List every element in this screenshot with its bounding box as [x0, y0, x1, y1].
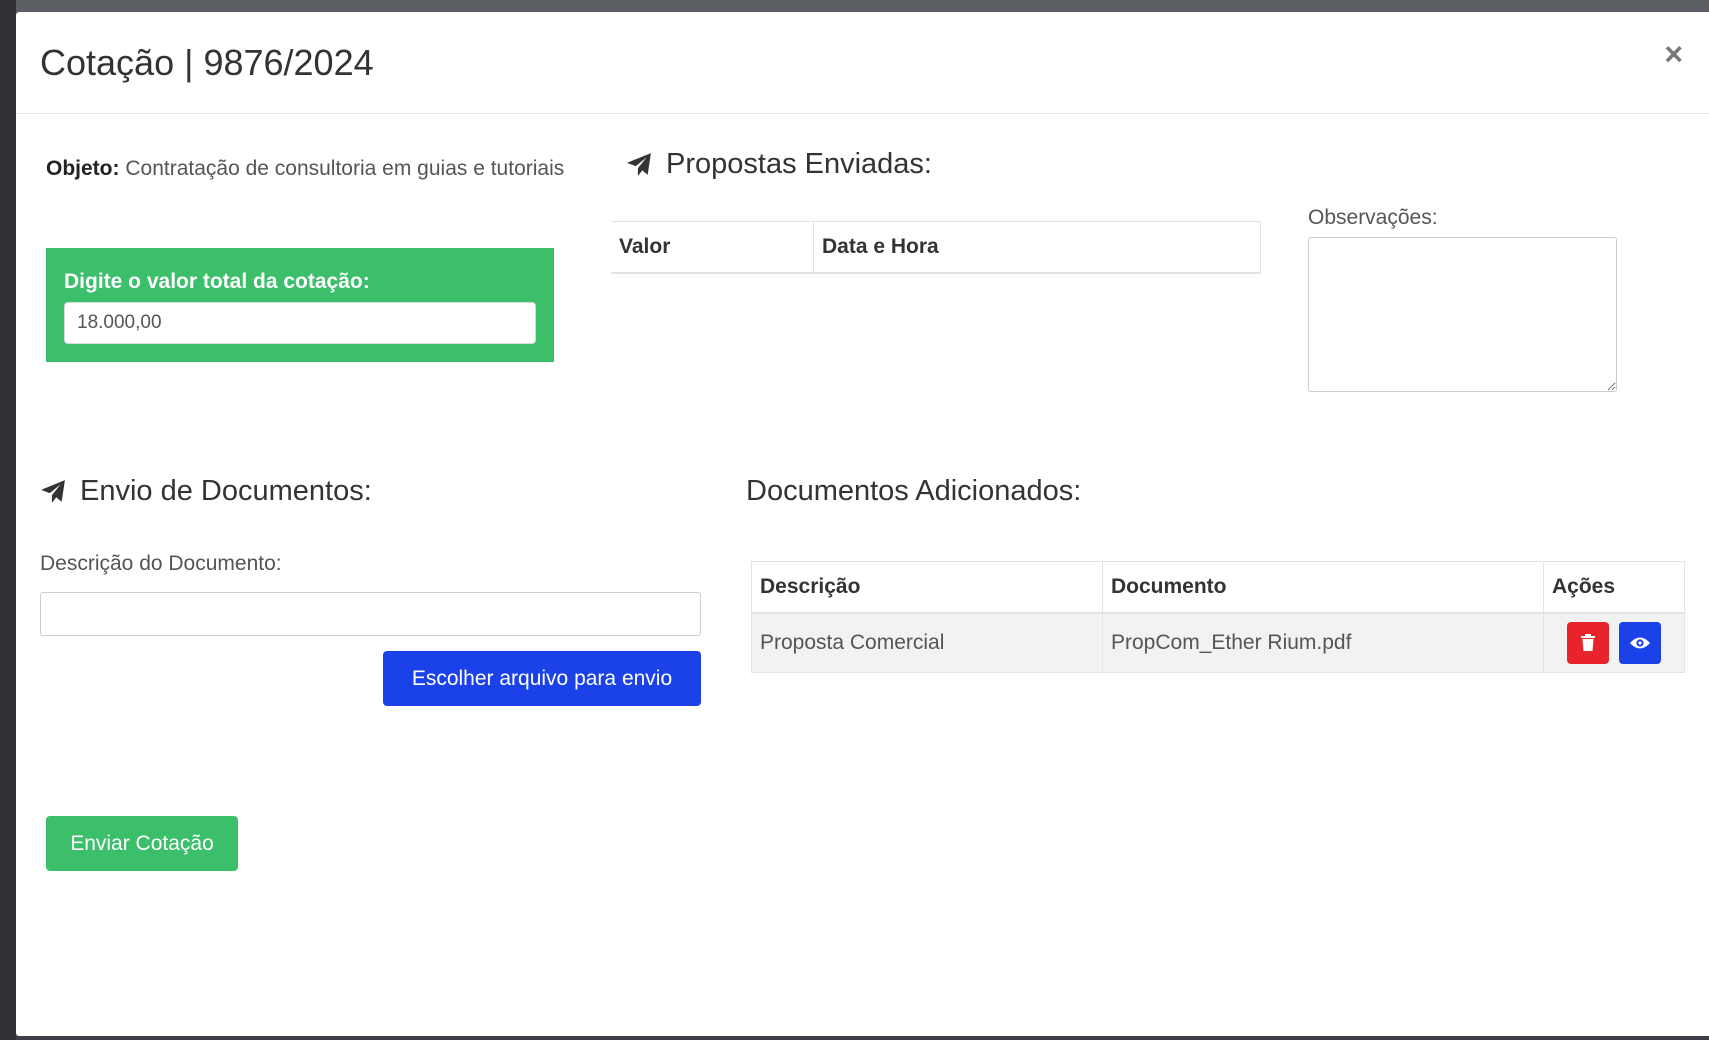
row-descricao: Proposta Comercial	[751, 613, 1103, 673]
table-row: Proposta Comercial PropCom_Ether Rium.pd…	[751, 613, 1685, 673]
delete-button[interactable]	[1567, 622, 1610, 664]
paper-plane-icon	[41, 479, 65, 503]
envio-heading: Envio de Documentos:	[40, 475, 372, 508]
paper-plane-icon	[627, 152, 651, 176]
propostas-table: Valor Data e Hora	[611, 221, 1261, 274]
column-header-valor: Valor	[611, 221, 814, 274]
column-header-data-hora: Data e Hora	[813, 221, 1261, 274]
backdrop-left	[0, 0, 16, 1040]
descricao-input[interactable]	[40, 592, 701, 636]
objeto-label: Objeto:	[46, 157, 120, 180]
valor-total-panel: Digite o valor total da cotação:	[46, 248, 554, 362]
column-header-acoes: Ações	[1543, 561, 1685, 614]
modal-title: Cotação | 9876/2024	[40, 42, 374, 83]
propostas-heading: Propostas Enviadas:	[626, 148, 932, 181]
backdrop	[0, 0, 1709, 12]
row-documento: PropCom_Ether Rium.pdf	[1102, 613, 1544, 673]
valor-total-input[interactable]	[64, 302, 536, 344]
propostas-heading-text: Propostas Enviadas:	[666, 148, 932, 180]
column-header-documento: Documento	[1102, 561, 1544, 614]
view-button[interactable]	[1618, 622, 1661, 664]
documentos-heading: Documentos Adicionados:	[746, 475, 1082, 507]
modal-header: Cotação | 9876/2024 ×	[16, 12, 1709, 114]
eye-icon	[1629, 637, 1650, 649]
row-acoes	[1543, 613, 1685, 673]
trash-icon	[1581, 634, 1596, 651]
objeto-text: Objeto: Contratação de consultoria em gu…	[46, 152, 566, 186]
observacoes-textarea[interactable]	[1308, 237, 1617, 392]
observacoes-label: Observações:	[1308, 206, 1438, 229]
column-header-descricao: Descrição	[751, 561, 1103, 614]
valor-total-label: Digite o valor total da cotação:	[64, 270, 370, 293]
submit-quote-button[interactable]: Enviar Cotação	[46, 816, 238, 871]
documentos-table: Descrição Documento Ações Proposta Comer…	[751, 561, 1685, 673]
choose-file-button[interactable]: Escolher arquivo para envio	[383, 651, 701, 706]
cotacao-modal: Cotação | 9876/2024 × Objeto: Contrataçã…	[16, 12, 1709, 1036]
close-button[interactable]: ×	[1664, 38, 1683, 70]
envio-heading-text: Envio de Documentos:	[80, 475, 372, 507]
objeto-value: Contratação de consultoria em guias e tu…	[125, 157, 565, 180]
descricao-label: Descrição do Documento:	[40, 552, 282, 575]
